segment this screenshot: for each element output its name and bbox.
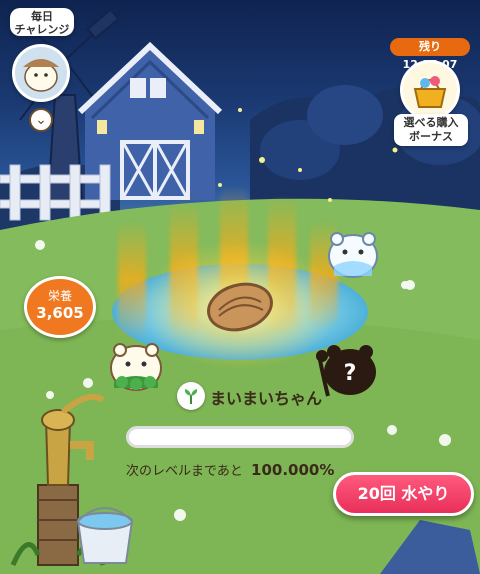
locked-character-icon[interactable]: ?	[316, 340, 380, 398]
level-progress-bar	[126, 426, 354, 448]
nutrition-badge: 栄養 3,605	[24, 276, 96, 338]
daily-challenge-button[interactable]: 毎日 チャレンジ	[10, 8, 74, 36]
level-remaining-label: 次のレベルまであと	[126, 464, 243, 479]
chevron-down-icon[interactable]: ⌄	[29, 108, 53, 132]
purchase-bonus-label-line: ボーナス	[409, 130, 453, 143]
hamster-character-icon[interactable]	[108, 340, 164, 392]
level-remaining-text: 次のレベルまであと 100.000%	[126, 460, 334, 479]
level-remaining-percent: 100.000%	[251, 461, 335, 479]
game-scene: ? 毎日 チャレンジ ⌄ 残り 12:25:07	[0, 0, 480, 574]
nutrition-value: 3,605	[36, 304, 84, 322]
purchase-bonus-button[interactable]	[400, 60, 460, 120]
purchase-bonus-label-line: 選べる購入	[403, 116, 459, 129]
sprout-icon	[177, 382, 205, 410]
timer-badge: 残り 12:25:07	[390, 38, 470, 71]
daily-challenge-label: 毎日	[31, 10, 53, 23]
water-button[interactable]: 20回 水やり	[333, 472, 474, 516]
purchase-bonus-label[interactable]: 選べる購入 ボーナス	[394, 114, 468, 146]
explorer-hamster-icon	[23, 59, 59, 92]
water-bucket-icon[interactable]	[72, 505, 138, 567]
hamster-character-icon[interactable]	[326, 230, 380, 282]
gift-basket-icon	[413, 76, 447, 108]
nutrition-label: 栄養	[47, 289, 72, 303]
character-avatar-button[interactable]	[12, 44, 70, 102]
svg-text:?: ?	[344, 361, 357, 386]
daily-challenge-label: チャレンジ	[14, 23, 70, 36]
plant-name: まいまいちゃん	[210, 389, 323, 408]
seed-icon[interactable]	[205, 280, 275, 334]
